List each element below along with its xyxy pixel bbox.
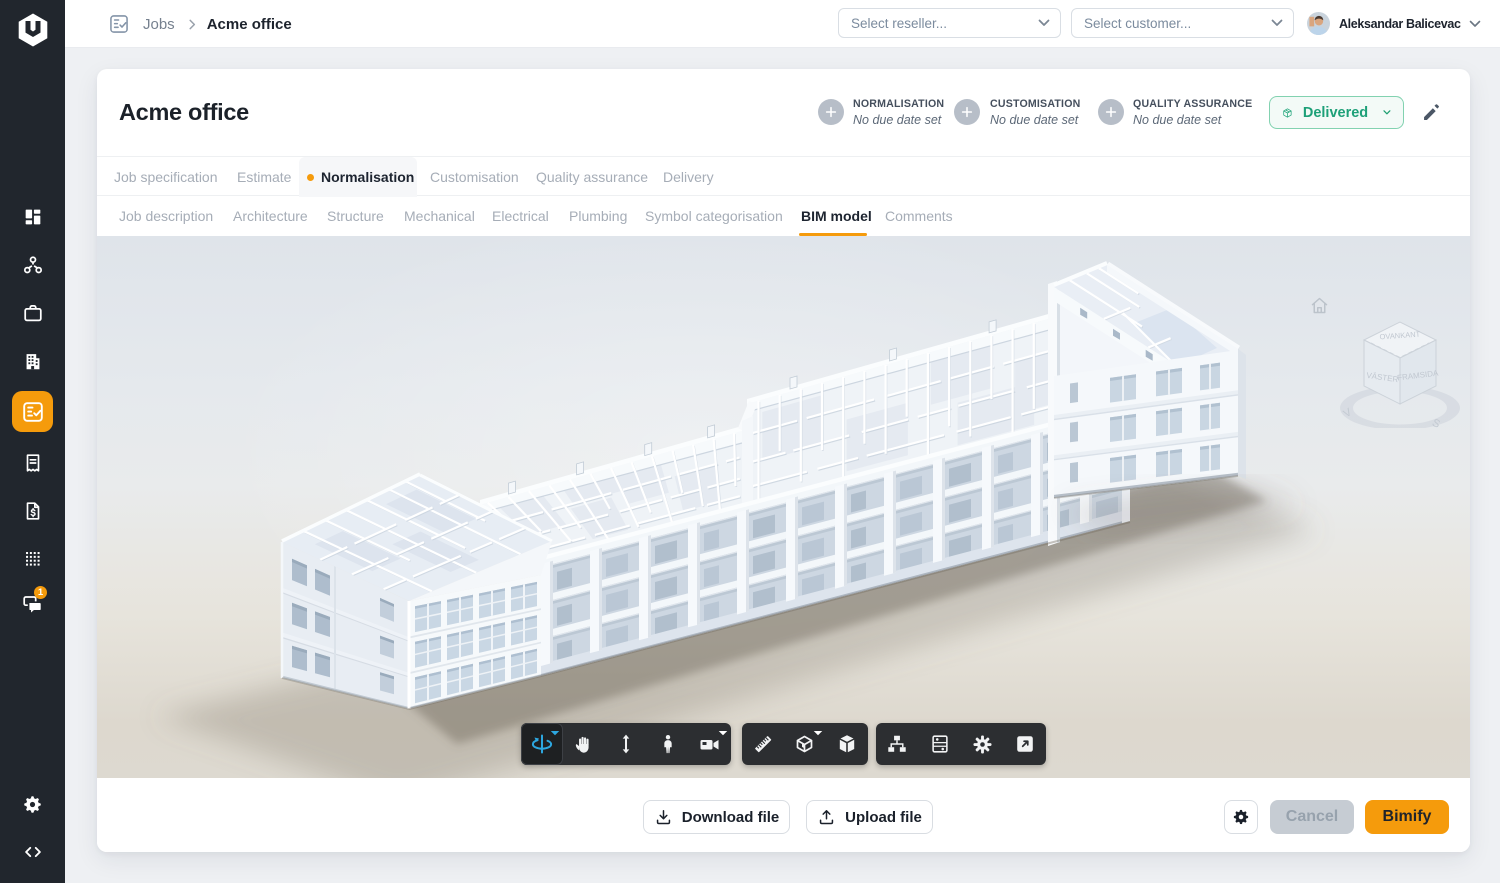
svg-text:S: S <box>1430 417 1442 428</box>
